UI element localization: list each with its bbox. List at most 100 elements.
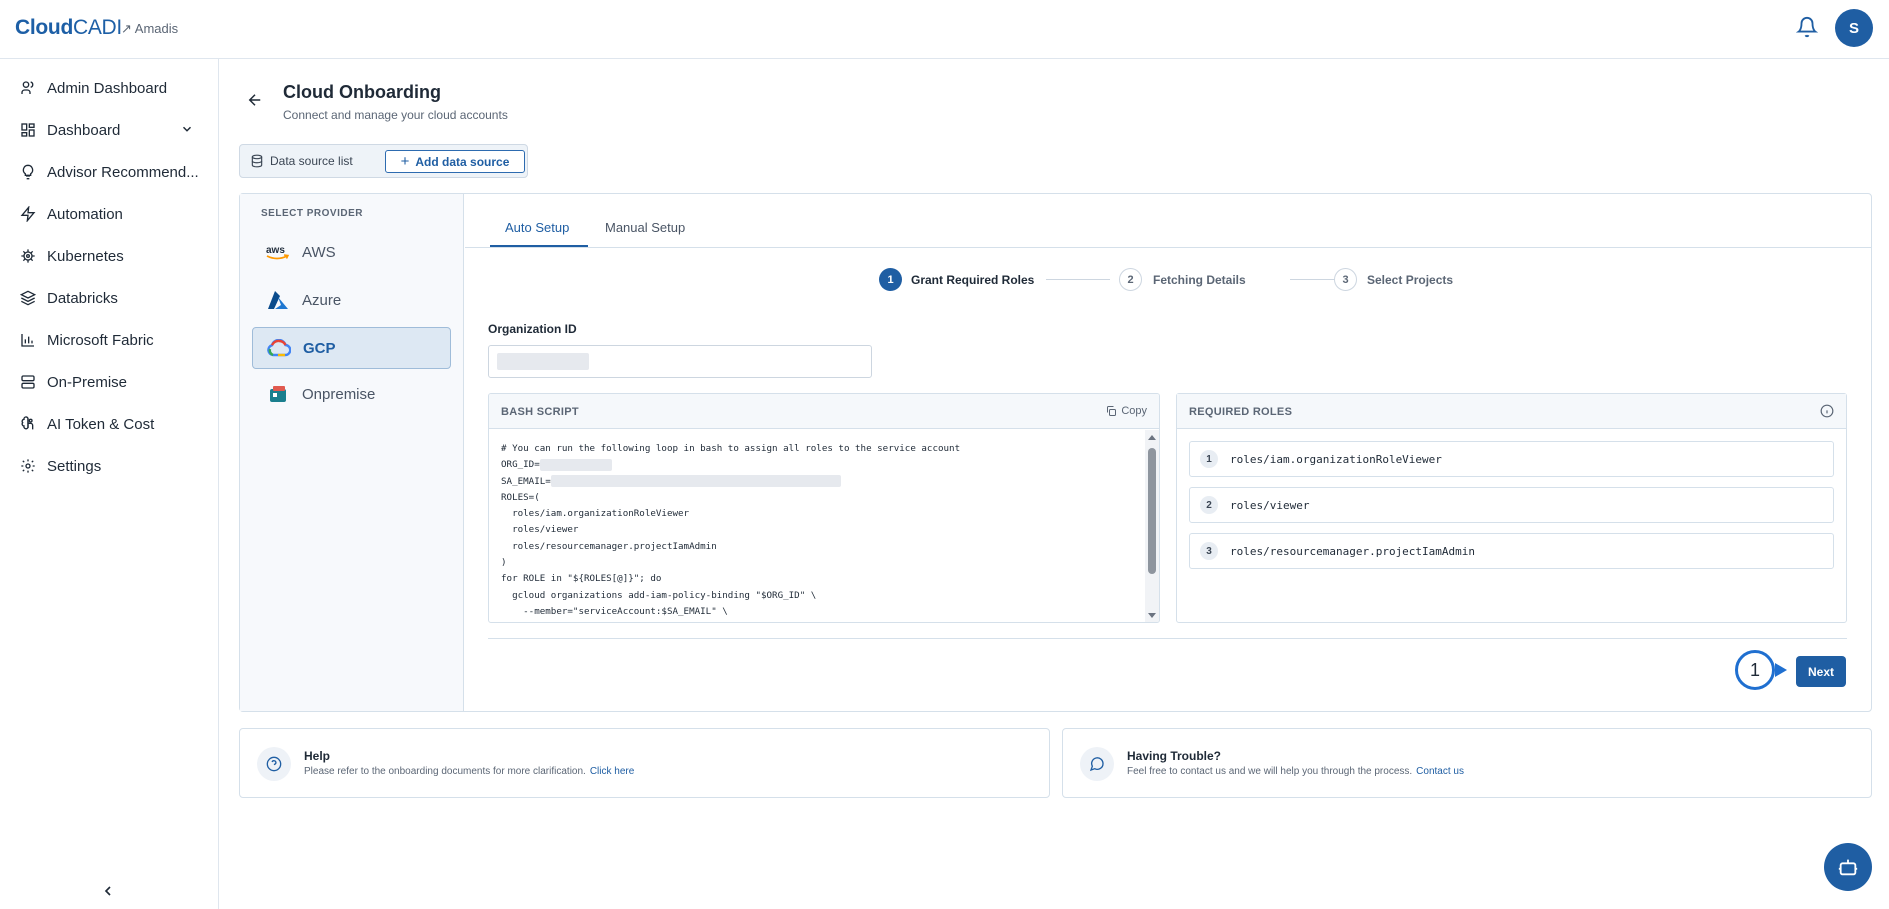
role-item: 1 roles/iam.organizationRoleViewer bbox=[1189, 441, 1834, 477]
help-title: Help bbox=[304, 749, 331, 763]
app-logo[interactable]: CloudCADI bbox=[15, 16, 122, 40]
provider-gcp[interactable]: GCP bbox=[252, 327, 451, 369]
gcp-logo-icon bbox=[265, 337, 293, 359]
sidebar-item-dashboard[interactable]: Dashboard bbox=[0, 112, 218, 148]
notification-bell-icon[interactable] bbox=[1796, 16, 1818, 38]
sidebar-item-advisor[interactable]: Advisor Recommend... bbox=[0, 154, 218, 190]
role-name: roles/resourcemanager.projectIamAdmin bbox=[1230, 544, 1476, 558]
scroll-up-icon[interactable] bbox=[1148, 435, 1156, 440]
data-source-list-label: Data source list bbox=[270, 154, 353, 168]
active-tab-indicator bbox=[490, 245, 588, 247]
step-2-number: 2 bbox=[1119, 268, 1142, 291]
user-avatar[interactable]: S bbox=[1835, 9, 1873, 47]
bash-script-header: BASH SCRIPT Copy bbox=[489, 394, 1159, 429]
sidebar-item-label: Microsoft Fabric bbox=[47, 331, 154, 349]
actions-divider bbox=[488, 638, 1847, 639]
sidebar-item-ai-token-cost[interactable]: AI Token & Cost bbox=[0, 406, 218, 442]
stepper: 1 Grant Required Roles 2 Fetching Detail… bbox=[879, 268, 1479, 292]
sidebar-item-automation[interactable]: Automation bbox=[0, 196, 218, 232]
step-annotation-marker: 1 bbox=[1735, 650, 1775, 690]
chevron-down-icon[interactable] bbox=[180, 122, 194, 136]
code-scrollbar[interactable] bbox=[1145, 430, 1159, 622]
role-name: roles/iam.organizationRoleViewer bbox=[1230, 452, 1442, 466]
code-line: roles/viewer bbox=[501, 524, 579, 536]
provider-label: GCP bbox=[303, 339, 336, 357]
tab-manual-setup[interactable]: Manual Setup bbox=[605, 220, 685, 235]
gear-icon bbox=[19, 457, 37, 475]
help-link[interactable]: Click here bbox=[590, 766, 634, 777]
provider-azure[interactable]: Azure bbox=[252, 279, 451, 321]
sidebar-item-on-premise[interactable]: On-Premise bbox=[0, 364, 218, 400]
role-number: 2 bbox=[1200, 496, 1218, 514]
onpremise-logo-icon bbox=[264, 383, 292, 405]
role-item: 3 roles/resourcemanager.projectIamAdmin bbox=[1189, 533, 1834, 569]
page-subtitle: Connect and manage your cloud accounts bbox=[283, 108, 508, 122]
back-arrow-icon[interactable] bbox=[246, 91, 264, 109]
sidebar-item-databricks[interactable]: Databricks bbox=[0, 280, 218, 316]
collapse-sidebar-icon[interactable] bbox=[100, 883, 116, 899]
trouble-description: Feel free to contact us and we will help… bbox=[1127, 766, 1464, 777]
add-data-source-button[interactable]: + Add data source bbox=[385, 150, 525, 173]
provider-column: SELECT PROVIDER aws AWS Azure GCP Onprem… bbox=[240, 194, 464, 711]
contact-link[interactable]: Contact us bbox=[1416, 766, 1464, 777]
code-line: ROLES=( bbox=[501, 491, 540, 503]
copy-label: Copy bbox=[1121, 405, 1147, 417]
help-circle-icon bbox=[257, 747, 291, 781]
sidebar-item-label: AI Token & Cost bbox=[47, 415, 155, 433]
role-item: 2 roles/viewer bbox=[1189, 487, 1834, 523]
tab-auto-setup[interactable]: Auto Setup bbox=[505, 220, 569, 235]
chatbot-button[interactable] bbox=[1824, 843, 1872, 891]
brain-icon bbox=[19, 415, 37, 433]
provider-onpremise[interactable]: Onpremise bbox=[252, 373, 451, 415]
code-line: gcloud organizations add-iam-policy-bind… bbox=[501, 589, 817, 601]
bash-script-code[interactable]: # You can run the following loop in bash… bbox=[501, 441, 1131, 620]
data-source-list-button[interactable]: Data source list bbox=[250, 151, 353, 171]
sidebar-item-label: Admin Dashboard bbox=[47, 79, 168, 97]
role-name: roles/viewer bbox=[1230, 498, 1310, 512]
svg-text:aws: aws bbox=[266, 245, 285, 256]
sidebar-item-settings[interactable]: Settings bbox=[0, 448, 218, 484]
bar-chart-icon bbox=[19, 331, 37, 349]
sidebar-item-label: On-Premise bbox=[47, 373, 128, 391]
tenant-link[interactable]: ↗ Amadis bbox=[121, 21, 178, 37]
required-roles-heading: REQUIRED ROLES bbox=[1189, 406, 1293, 418]
add-data-source-label: Add data source bbox=[415, 154, 510, 169]
help-description: Please refer to the onboarding documents… bbox=[304, 766, 635, 777]
step-1-number: 1 bbox=[879, 268, 902, 291]
code-line: --member="serviceAccount:$SA_EMAIL" \ bbox=[501, 605, 728, 617]
bash-script-heading: BASH SCRIPT bbox=[501, 406, 579, 418]
code-line: # You can run the following loop in bash… bbox=[501, 443, 961, 454]
chat-bubble-icon bbox=[1080, 747, 1114, 781]
required-roles-header: REQUIRED ROLES bbox=[1177, 394, 1846, 429]
sidebar-item-label: Settings bbox=[47, 457, 102, 475]
setup-tabs: Auto Setup Manual Setup bbox=[465, 194, 1871, 248]
copy-icon bbox=[1107, 406, 1117, 416]
provider-label: Azure bbox=[302, 291, 342, 309]
help-card: Help Please refer to the onboarding docu… bbox=[239, 728, 1050, 798]
provider-label: AWS bbox=[302, 243, 336, 261]
sidebar-item-microsoft-fabric[interactable]: Microsoft Fabric bbox=[0, 322, 218, 358]
code-line: ) bbox=[501, 557, 507, 569]
copy-button[interactable]: Copy bbox=[1105, 405, 1147, 417]
sidebar-item-kubernetes[interactable]: Kubernetes bbox=[0, 238, 218, 274]
scroll-thumb[interactable] bbox=[1148, 448, 1156, 574]
trouble-card: Having Trouble? Feel free to contact us … bbox=[1062, 728, 1872, 798]
database-icon bbox=[251, 154, 263, 168]
info-icon[interactable] bbox=[1820, 404, 1834, 418]
provider-aws[interactable]: aws AWS bbox=[252, 231, 451, 273]
organization-id-input[interactable] bbox=[488, 345, 872, 378]
organization-id-label: Organization ID bbox=[488, 322, 577, 336]
scroll-down-icon[interactable] bbox=[1148, 613, 1156, 618]
redacted-value bbox=[539, 458, 612, 471]
sidebar-item-label: Automation bbox=[47, 205, 123, 223]
next-button[interactable]: Next bbox=[1796, 656, 1846, 687]
helm-icon bbox=[19, 247, 37, 265]
step-connector bbox=[1046, 279, 1110, 280]
sidebar: Admin Dashboard Dashboard Advisor Recomm… bbox=[0, 59, 219, 909]
code-line: roles/resourcemanager.projectIamAdmin bbox=[501, 540, 717, 552]
trouble-title: Having Trouble? bbox=[1127, 749, 1222, 763]
required-roles-box: REQUIRED ROLES 1 roles/iam.organizationR… bbox=[1176, 393, 1847, 623]
lightning-icon bbox=[19, 205, 37, 223]
sidebar-item-admin-dashboard[interactable]: Admin Dashboard bbox=[0, 70, 218, 106]
step-3-label: Select Projects bbox=[1367, 273, 1454, 287]
